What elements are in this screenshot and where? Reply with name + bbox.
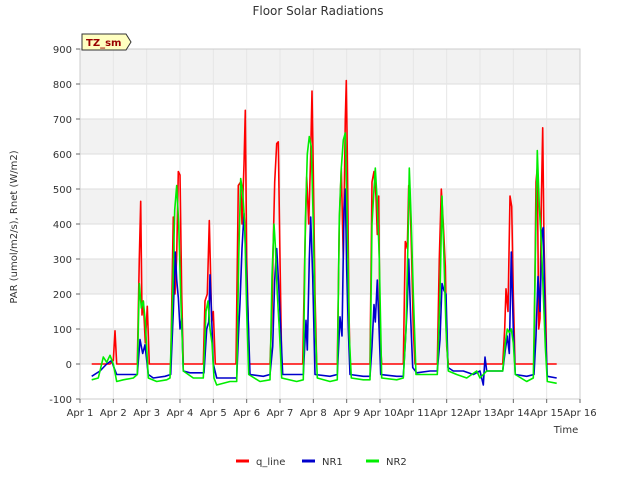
plot-band bbox=[80, 119, 580, 154]
y-tick-label: 700 bbox=[53, 115, 72, 126]
legend-label: NR2 bbox=[386, 457, 407, 468]
x-tick-label: Apr 3 bbox=[133, 408, 160, 419]
x-tick-label: Apr 4 bbox=[167, 408, 194, 419]
x-tick-label: Apr 9 bbox=[333, 408, 360, 419]
y-tick-label: -100 bbox=[49, 395, 72, 406]
x-tick-label: Apr 15 bbox=[530, 408, 563, 419]
y-axis-title: PAR (umol/m2/s), Rnet (W/m2) bbox=[9, 150, 20, 303]
y-tick-label: 500 bbox=[53, 185, 72, 196]
legend-label: q_line bbox=[256, 457, 285, 468]
chart-title: Floor Solar Radiations bbox=[252, 4, 383, 18]
y-tick-label: 800 bbox=[53, 80, 72, 91]
x-tick-label: Apr 6 bbox=[233, 408, 260, 419]
x-tick-label: Apr 2 bbox=[100, 408, 127, 419]
y-tick-label: 100 bbox=[53, 325, 72, 336]
line-chart: -1000100200300400500600700800900 Apr 1 Ap… bbox=[9, 4, 597, 468]
x-tick-label: Apr 12 bbox=[430, 408, 463, 419]
y-tick-label: 0 bbox=[66, 360, 72, 371]
x-axis-title: Time bbox=[553, 425, 578, 436]
x-tick-label: Apr 7 bbox=[267, 408, 294, 419]
x-axis: Apr 1 Apr 2 Apr 3 Apr 4 Apr 5 Apr 6 Apr 7 Apr 8… bbox=[67, 399, 597, 419]
y-tick-label: 200 bbox=[53, 290, 72, 301]
legend-label: NR1 bbox=[322, 457, 343, 468]
y-tick-label: 300 bbox=[53, 255, 72, 266]
x-tick-label: Apr 10 bbox=[363, 408, 396, 419]
plot-band bbox=[80, 49, 580, 84]
x-tick-label: Apr 16 bbox=[563, 408, 596, 419]
y-tick-label: 400 bbox=[53, 220, 72, 231]
x-tick-label: Apr 8 bbox=[300, 408, 327, 419]
y-axis: -100 0 100 200 300 400 500 600 700 800 900 bbox=[49, 45, 80, 406]
x-tick-label: Apr 1 bbox=[67, 408, 94, 419]
x-tick-label: Apr 14 bbox=[497, 408, 530, 419]
plot-band bbox=[80, 259, 580, 294]
plot-band bbox=[80, 189, 580, 224]
badge-label: TZ_sm bbox=[86, 38, 121, 49]
y-tick-label: 600 bbox=[53, 150, 72, 161]
x-tick-label: Apr 13 bbox=[463, 408, 496, 419]
badge: TZ_sm bbox=[81, 33, 132, 51]
x-tick-label: Apr 11 bbox=[397, 408, 430, 419]
x-tick-label: Apr 5 bbox=[200, 408, 227, 419]
y-tick-label: 900 bbox=[53, 45, 72, 56]
legend: q_line NR1 NR2 bbox=[236, 457, 407, 468]
